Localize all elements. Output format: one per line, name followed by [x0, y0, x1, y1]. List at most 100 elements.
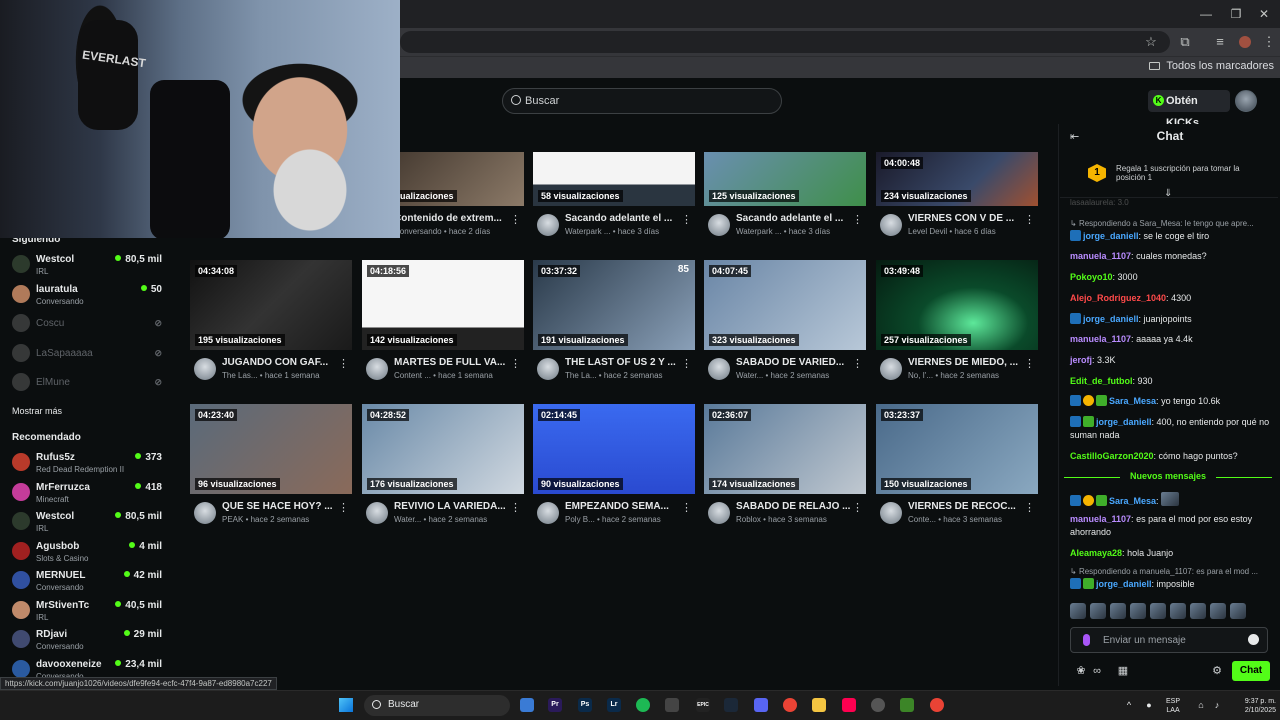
channel-avatar[interactable]: [537, 214, 559, 236]
channel-avatar[interactable]: [366, 502, 388, 524]
star-icon[interactable]: ☆: [1142, 33, 1160, 51]
sidebar-channel[interactable]: LaSapaaaaa ⊘: [12, 340, 162, 368]
emote-icon[interactable]: [1210, 603, 1226, 619]
video-thumbnail[interactable]: 03:37:32 191 visualizaciones 85: [533, 260, 695, 350]
extensions-icon[interactable]: ⧉: [1176, 33, 1194, 51]
chat-username[interactable]: Edit_de_futbol: [1070, 376, 1133, 386]
sidebar-channel[interactable]: MrStivenTc IRL 40,5 mil: [12, 597, 162, 625]
microphone-tray-icon[interactable]: ●: [1144, 700, 1154, 710]
video-thumbnail[interactable]: 04:00:48 234 visualizaciones: [876, 152, 1038, 206]
video-title[interactable]: Contenido de extrem...: [394, 213, 509, 224]
discord-icon[interactable]: [754, 698, 768, 712]
chat-username[interactable]: manuela_1107: [1070, 334, 1131, 344]
minimize-icon[interactable]: —: [1198, 6, 1214, 22]
infinity-icon[interactable]: ∞: [1090, 664, 1104, 678]
video-title[interactable]: QUE SE HACE HOY? ...: [222, 501, 337, 512]
chat-username[interactable]: manuela_1107: [1070, 251, 1131, 261]
store-icon[interactable]: ▦: [1116, 664, 1130, 678]
chat-username[interactable]: jerofj: [1070, 355, 1092, 365]
more-options-icon[interactable]: ⋮: [338, 357, 349, 370]
channel-avatar[interactable]: [708, 214, 730, 236]
volume-icon[interactable]: ♪: [1212, 700, 1222, 710]
address-bar[interactable]: ☆: [400, 31, 1170, 53]
video-title[interactable]: VIERNES DE RECOC...: [908, 501, 1023, 512]
sidebar-channel[interactable]: Westcol IRL 80,5 mil: [12, 508, 162, 536]
clock[interactable]: 9:37 p. m. 2/10/2025: [1230, 697, 1276, 715]
video-title[interactable]: VIERNES CON V DE ...: [908, 213, 1023, 224]
spotify-icon[interactable]: [636, 698, 650, 712]
emote-icon[interactable]: [1230, 603, 1246, 619]
more-options-icon[interactable]: ⋮: [681, 357, 692, 370]
video-thumbnail[interactable]: 03:23:37 150 visualizaciones: [876, 404, 1038, 494]
streamdeck-icon[interactable]: [665, 698, 679, 712]
emote-bar[interactable]: [1070, 603, 1270, 621]
sidebar-channel[interactable]: lauratula Conversando 50: [12, 281, 162, 309]
settings-icon[interactable]: ⚙: [1210, 664, 1224, 678]
obs-icon[interactable]: [871, 698, 885, 712]
chat-username[interactable]: jorge_daniell: [1096, 579, 1152, 589]
chat-username[interactable]: manuela_1107: [1070, 514, 1131, 524]
chat-username[interactable]: CastilloGarzon2020: [1070, 451, 1154, 461]
video-title[interactable]: MARTES DE FULL VA...: [394, 357, 509, 368]
video-title[interactable]: Sacando adelante el ...: [565, 213, 680, 224]
video-title[interactable]: THE LAST OF US 2 Y ...: [565, 357, 680, 368]
send-chat-button[interactable]: Chat: [1232, 661, 1270, 681]
chat-message-input[interactable]: Enviar un mensaje: [1070, 627, 1268, 653]
video-card[interactable]: 04:18:56 142 visualizaciones MARTES DE FUL…: [362, 260, 524, 398]
network-icon[interactable]: ⌂: [1196, 700, 1206, 710]
video-card[interactable]: 02:36:07 174 visualizaciones SABADO DE REL…: [704, 404, 866, 542]
chat-username[interactable]: Alejo_Rodriguez_1040: [1070, 293, 1166, 303]
sidebar-channel[interactable]: Coscu ⊘: [12, 310, 162, 338]
steam-icon[interactable]: [724, 698, 738, 712]
video-thumbnail[interactable]: 04:18:56 142 visualizaciones: [362, 260, 524, 350]
sidebar-channel[interactable]: Rufus5z Red Dead Redemption II 373: [12, 449, 162, 477]
video-thumbnail[interactable]: 04:28:52 176 visualizaciones: [362, 404, 524, 494]
video-thumbnail[interactable]: 04:07:45 323 visualizaciones: [704, 260, 866, 350]
channel-avatar[interactable]: [366, 358, 388, 380]
chat-username[interactable]: Sara_Mesa: [1109, 496, 1156, 506]
pinned-gift-banner[interactable]: 1 Regala 1 suscripción para tomar la pos…: [1060, 150, 1278, 199]
show-more-link[interactable]: Mostrar más: [12, 406, 62, 416]
more-options-icon[interactable]: ⋮: [852, 357, 863, 370]
premiere-icon[interactable]: Pr: [548, 698, 562, 712]
video-card[interactable]: 02:14:45 90 visualizaciones EMPEZANDO SEMA…: [533, 404, 695, 542]
more-options-icon[interactable]: ⋮: [1024, 213, 1035, 226]
minecraft-icon[interactable]: [900, 698, 914, 712]
chat-username[interactable]: jorge_daniell: [1083, 314, 1139, 324]
tray-chevron-icon[interactable]: ^: [1124, 700, 1134, 710]
channel-avatar[interactable]: [194, 358, 216, 380]
video-title[interactable]: Sacando adelante el ...: [736, 213, 851, 224]
windows-start-icon[interactable]: [339, 698, 353, 712]
chat-username[interactable]: jorge_daniell: [1096, 417, 1152, 427]
channel-avatar[interactable]: [880, 502, 902, 524]
video-card[interactable]: 04:07:45 323 visualizaciones SABADO DE VAR…: [704, 260, 866, 398]
video-card[interactable]: 03:49:48 257 visualizaciones VIERNES DE MI…: [876, 260, 1038, 398]
channel-avatar[interactable]: [537, 358, 559, 380]
chat-username[interactable]: jorge_daniell: [1083, 231, 1139, 241]
emoji-icon[interactable]: [1248, 634, 1259, 645]
lightroom-icon[interactable]: Lr: [607, 698, 621, 712]
profile-icon[interactable]: [1239, 36, 1251, 48]
more-options-icon[interactable]: ⋮: [338, 501, 349, 514]
video-card[interactable]: 04:28:52 176 visualizaciones REVIVIO LA VA…: [362, 404, 524, 542]
video-thumbnail[interactable]: 04:34:08 195 visualizaciones: [190, 260, 352, 350]
video-thumbnail[interactable]: 125 visualizaciones: [704, 152, 866, 206]
more-options-icon[interactable]: ⋮: [1024, 357, 1035, 370]
video-card[interactable]: 04:00:48 234 visualizaciones VIERNES CON V…: [876, 116, 1038, 254]
sidebar-channel[interactable]: MrFerruzca Minecraft 418: [12, 479, 162, 507]
sidebar-channel[interactable]: MERNUEL Conversando 42 mil: [12, 567, 162, 595]
video-card[interactable]: 03:23:37 150 visualizaciones VIERNES DE RE…: [876, 404, 1038, 542]
emote-icon[interactable]: [1170, 603, 1186, 619]
more-options-icon[interactable]: ⋮: [681, 213, 692, 226]
chrome-icon[interactable]: [783, 698, 797, 712]
video-title[interactable]: SABADO DE RELAJO ...: [736, 501, 851, 512]
photoshop-icon[interactable]: Ps: [578, 698, 592, 712]
taskbar-search[interactable]: Buscar: [364, 695, 510, 716]
more-options-icon[interactable]: ⋮: [510, 213, 521, 226]
get-kicks-button[interactable]: K Obtén KICKs: [1148, 90, 1230, 129]
vscode-icon[interactable]: [520, 698, 534, 712]
video-thumbnail[interactable]: 02:36:07 174 visualizaciones: [704, 404, 866, 494]
video-thumbnail[interactable]: 04:23:40 96 visualizaciones: [190, 404, 352, 494]
sidebar-channel[interactable]: ElMune ⊘: [12, 369, 162, 397]
channel-avatar[interactable]: [537, 502, 559, 524]
